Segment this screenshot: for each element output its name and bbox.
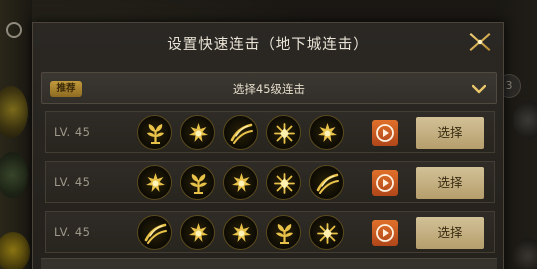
shatter-skill-icon: [317, 223, 338, 244]
burst-skill-icon: [318, 123, 337, 142]
preview-play-button[interactable]: [372, 120, 398, 146]
combo-level: LV. 45: [54, 225, 91, 239]
preview-play-button[interactable]: [372, 170, 398, 196]
game-screen: 3 设置快速连击（地下城连击） 推荐 选择45级连击 LV. 45 选择 LV.…: [0, 0, 537, 269]
plant-skill-icon: [190, 174, 207, 194]
shatter-skill-icon: [274, 123, 295, 144]
close-icon: [469, 33, 491, 51]
combo-skill-slot: [180, 215, 215, 250]
slash-skill-icon: [144, 223, 167, 244]
slash-skill-icon: [316, 173, 339, 194]
combo-skill-slot: [266, 165, 301, 200]
combo-row: LV. 45 选择: [45, 211, 495, 253]
select-button[interactable]: 选择: [416, 217, 484, 249]
combo-skill-slot: [223, 215, 258, 250]
combo-level: LV. 45: [54, 175, 91, 189]
combo-skill-slot: [180, 115, 215, 150]
combo-skill-slot: [309, 115, 344, 150]
combo-skill-slot: [309, 215, 344, 250]
dialog-title: 设置快速连击（地下城连击）: [167, 37, 369, 53]
combo-row: LV. 45 选择: [45, 161, 495, 203]
dropdown-label: 选择45级连击: [232, 82, 306, 96]
hud-skill-orb: [0, 232, 30, 269]
next-dropdown-edge: [41, 258, 497, 269]
combo-skill-slot: [266, 115, 301, 150]
combo-level: LV. 45: [54, 125, 91, 139]
burst-skill-icon: [146, 173, 165, 192]
combo-skill-slot: [266, 215, 301, 250]
combo-level-dropdown[interactable]: 推荐 选择45级连击: [41, 72, 497, 104]
combo-skill-slot: [137, 215, 172, 250]
select-button[interactable]: 选择: [416, 117, 484, 149]
close-button[interactable]: [466, 30, 494, 54]
combo-skill-slot: [223, 165, 258, 200]
burst-skill-icon: [189, 223, 208, 242]
hud-skill-orb: [513, 238, 537, 269]
ring-icon: [6, 22, 22, 38]
combo-row: LV. 45 选择: [45, 111, 495, 153]
combo-skill-slot: [137, 115, 172, 150]
slash-skill-icon: [230, 123, 253, 144]
chevron-down-icon: [472, 84, 486, 94]
play-icon: [376, 224, 394, 242]
preview-play-button[interactable]: [372, 220, 398, 246]
play-icon: [376, 124, 394, 142]
burst-skill-icon: [189, 123, 208, 142]
burst-skill-icon: [232, 173, 251, 192]
combo-skill-slot: [180, 165, 215, 200]
select-button[interactable]: 选择: [416, 167, 484, 199]
shatter-skill-icon: [274, 173, 295, 194]
burst-skill-icon: [232, 223, 251, 242]
combo-skill-slot: [309, 165, 344, 200]
combo-skill-slot: [137, 165, 172, 200]
hud-skill-orb: [513, 100, 537, 140]
combo-skill-slot: [223, 115, 258, 150]
plant-skill-icon: [147, 124, 164, 144]
plant-skill-icon: [276, 224, 293, 244]
play-icon: [376, 174, 394, 192]
